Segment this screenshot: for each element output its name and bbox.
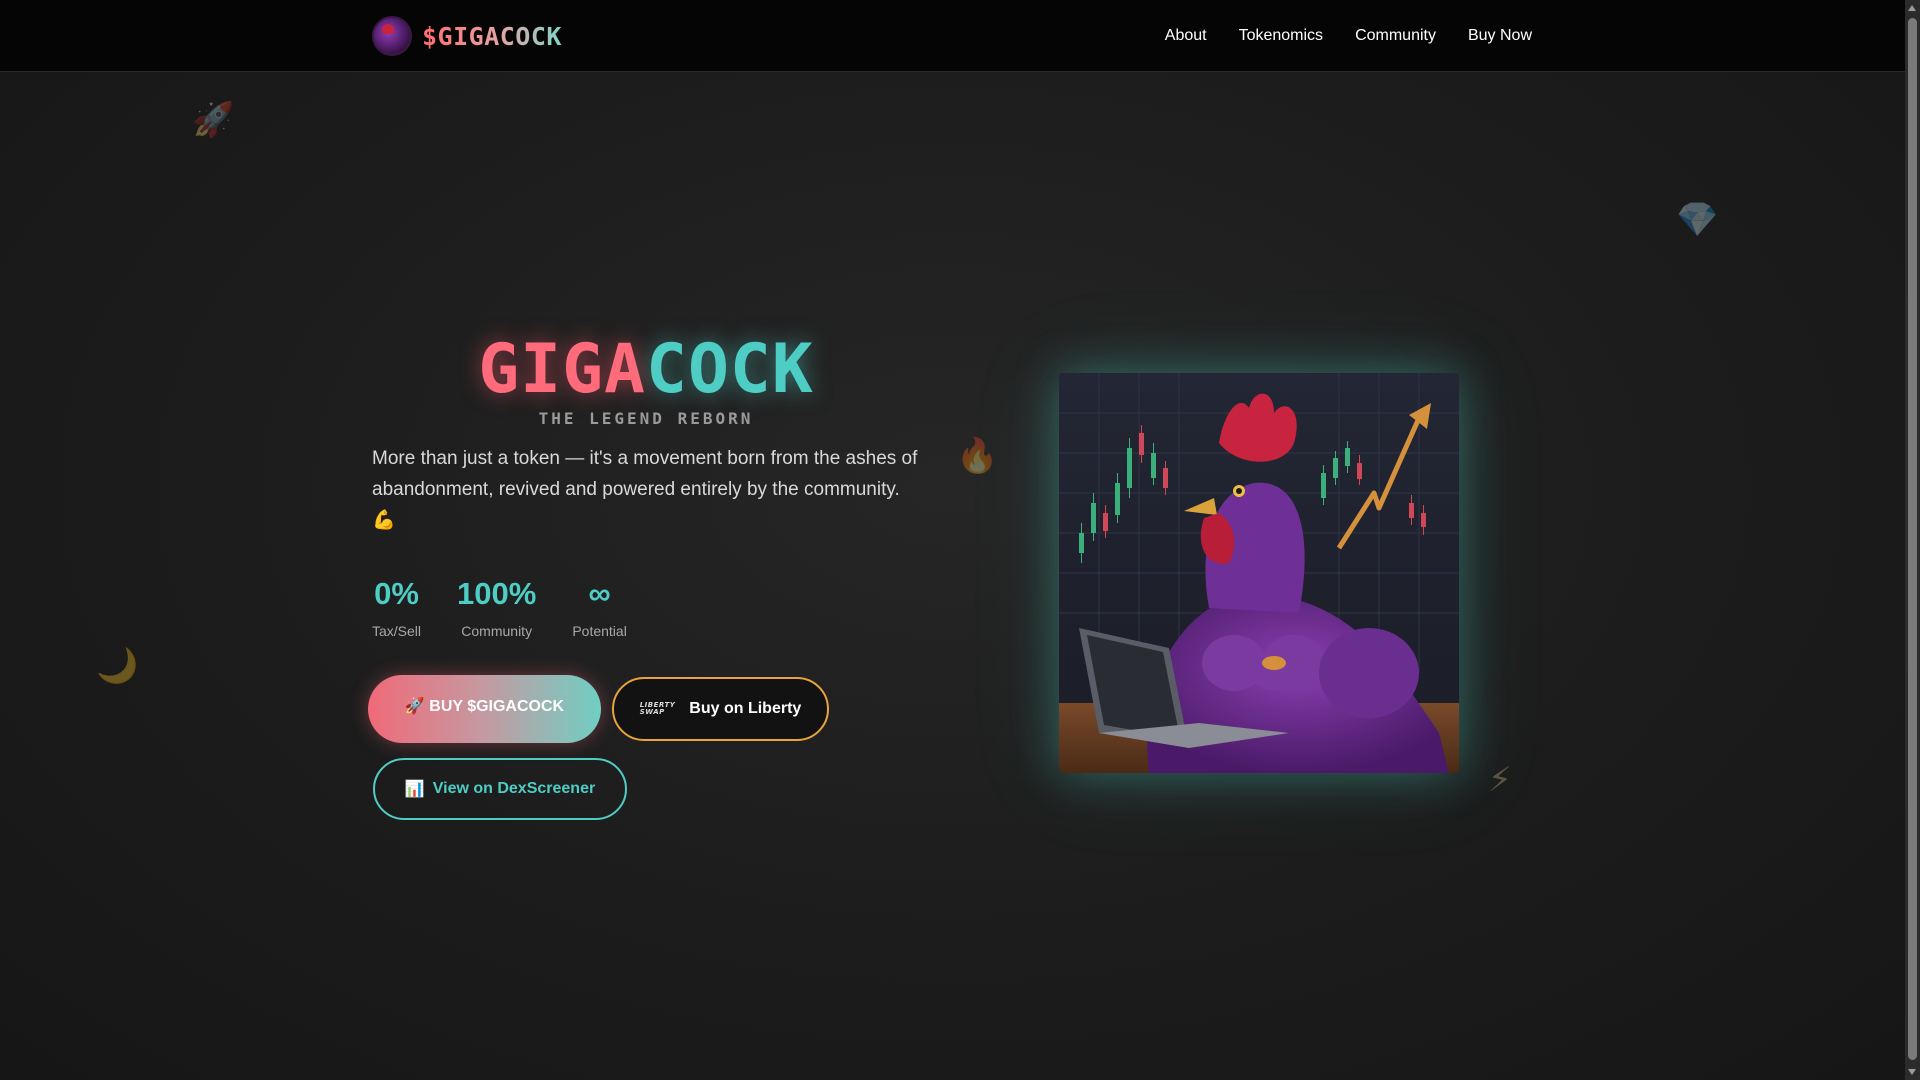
stat-label: Tax/Sell bbox=[372, 623, 422, 639]
view-on-dexscreener-button[interactable]: 📊 View on DexScreener bbox=[373, 758, 627, 820]
hero-title: GIGACOCK bbox=[372, 330, 920, 410]
stats-row: 0% Tax/Sell 100% Community ∞ Potential bbox=[372, 574, 627, 639]
stat-community: 100% Community bbox=[457, 574, 536, 639]
stat-label: Potential bbox=[572, 623, 627, 639]
stat-value: ∞ bbox=[588, 576, 611, 611]
stat-value: 100% bbox=[457, 576, 537, 611]
moon-icon: 🌙 bbox=[96, 646, 139, 686]
site-logo[interactable]: $GIGACOCK bbox=[372, 15, 562, 57]
rooster-coin-icon bbox=[372, 16, 412, 56]
hero-title-cock: COCK bbox=[646, 330, 814, 409]
dex-button-label: View on DexScreener bbox=[432, 780, 596, 797]
stat-potential: ∞ Potential bbox=[572, 574, 626, 639]
diamond-icon: 💎 bbox=[1676, 200, 1719, 240]
stat-tax: 0% Tax/Sell bbox=[372, 574, 421, 639]
fire-icon: 🔥 bbox=[956, 436, 999, 476]
logo-text: $GIGACOCK bbox=[422, 21, 562, 51]
page-scrollbar[interactable] bbox=[1905, 0, 1920, 1080]
scroll-up-icon[interactable] bbox=[1908, 5, 1916, 11]
lightning-icon: ⚡ bbox=[1488, 760, 1512, 800]
scrollbar-thumb[interactable] bbox=[1908, 18, 1917, 1060]
buy-gigacock-button[interactable]: 🚀 BUY $GIGACOCK bbox=[368, 675, 601, 743]
scroll-down-icon[interactable] bbox=[1908, 1069, 1916, 1075]
hero-subtitle: THE LEGEND REBORN bbox=[538, 409, 754, 428]
nav-tokenomics[interactable]: Tokenomics bbox=[1239, 27, 1323, 45]
bar-chart-icon: 📊 bbox=[404, 781, 425, 798]
buy-button-label: 🚀 BUY $GIGACOCK bbox=[404, 698, 565, 715]
nav-about[interactable]: About bbox=[1165, 27, 1207, 45]
hero-rooster-image bbox=[1059, 373, 1459, 773]
rocket-icon: 🚀 bbox=[192, 100, 235, 140]
liberty-button-label: Buy on Liberty bbox=[689, 700, 802, 717]
hero-title-giga: GIGA bbox=[478, 330, 646, 409]
liberty-logo-line2: SWAP bbox=[639, 708, 665, 716]
rooster-illustration bbox=[1059, 373, 1459, 773]
main-nav: About Tokenomics Community Buy Now bbox=[1165, 0, 1532, 72]
site-header: $GIGACOCK About Tokenomics Community Buy… bbox=[0, 0, 1905, 72]
nav-buy-now[interactable]: Buy Now bbox=[1468, 27, 1532, 45]
liberty-swap-logo-icon: LIBERTY SWAP bbox=[640, 702, 676, 716]
page: $GIGACOCK About Tokenomics Community Buy… bbox=[0, 0, 1905, 1080]
stat-value: 0% bbox=[374, 576, 419, 611]
stat-label: Community bbox=[461, 623, 533, 639]
nav-community[interactable]: Community bbox=[1355, 27, 1436, 45]
hero-description: More than just a token — it's a movement… bbox=[372, 448, 918, 531]
buy-on-liberty-button[interactable]: LIBERTY SWAP Buy on Liberty bbox=[612, 677, 829, 741]
